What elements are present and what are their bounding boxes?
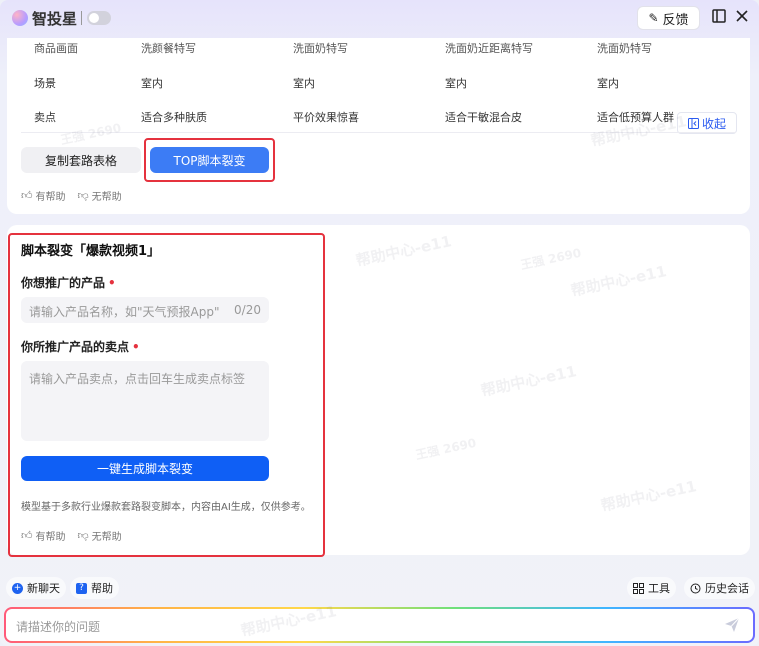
title-divider bbox=[81, 11, 82, 25]
history-button[interactable]: 历史会话 bbox=[684, 577, 755, 599]
new-chat-label: 新聊天 bbox=[27, 582, 60, 595]
app-logo-icon bbox=[12, 10, 28, 26]
thumbs-up-icon: 👍︎ bbox=[21, 189, 33, 202]
history-icon bbox=[690, 583, 701, 593]
mode-toggle[interactable] bbox=[87, 11, 111, 25]
highlight-box bbox=[144, 138, 275, 182]
history-label: 历史会话 bbox=[705, 582, 749, 595]
table-cell: 平价效果惊喜 bbox=[293, 111, 359, 124]
sidebar-toggle-icon[interactable] bbox=[711, 9, 727, 25]
unhelpful-label: 无帮助 bbox=[91, 192, 122, 203]
table-cell: 洗面奶近距离特写 bbox=[445, 42, 533, 55]
table-cell: 洗面奶特写 bbox=[293, 42, 348, 55]
table-cell: 场景 bbox=[34, 77, 56, 90]
table-row: 商品画面 洗颜餐特写 洗面奶特写 洗面奶近距离特写 洗面奶特写 bbox=[7, 42, 750, 64]
table-cell: 适合多种肤质 bbox=[141, 111, 207, 124]
help-button[interactable]: ? 帮助 bbox=[70, 577, 119, 599]
new-chat-button[interactable]: + 新聊天 bbox=[6, 577, 66, 599]
app-window: 智投星 ✎ 反馈 商品画面 洗颜餐特写 洗面奶特写 洗面奶近距离特写 洗面奶特写… bbox=[0, 0, 759, 646]
question-icon: ? bbox=[76, 582, 87, 594]
table-cell: 室内 bbox=[445, 77, 467, 90]
table-cell: 室内 bbox=[597, 77, 619, 90]
chat-input-placeholder: 请描述你的问题 bbox=[16, 620, 101, 634]
chat-input-frame: 请描述你的问题 bbox=[4, 607, 755, 643]
feedback-icon: ✎ bbox=[648, 11, 659, 25]
table-cell: 商品画面 bbox=[34, 42, 78, 55]
collapse-label: 收起 bbox=[701, 116, 726, 131]
table-cell: 洗颜餐特写 bbox=[141, 42, 196, 55]
script-table-card: 商品画面 洗颜餐特写 洗面奶特写 洗面奶近距离特写 洗面奶特写 场景 室内 室内… bbox=[7, 38, 750, 214]
plus-icon: + bbox=[12, 582, 23, 594]
toggle-knob bbox=[89, 13, 99, 23]
table-row: 场景 室内 室内 室内 室内 bbox=[7, 71, 750, 93]
tools-label: 工具 bbox=[648, 582, 670, 595]
table-cell: 适合低预算人群 bbox=[597, 111, 674, 124]
feedback-button[interactable]: ✎ 反馈 bbox=[637, 6, 700, 30]
send-icon[interactable] bbox=[723, 616, 741, 634]
table-cell: 卖点 bbox=[34, 111, 56, 124]
helpful-label: 有帮助 bbox=[35, 192, 66, 203]
thumbs-down-icon: 👎︎ bbox=[77, 189, 89, 202]
copy-table-button[interactable]: 复制套路表格 bbox=[21, 147, 141, 173]
table-cell: 室内 bbox=[141, 77, 163, 90]
close-icon[interactable] bbox=[734, 9, 750, 25]
table-cell: 洗面奶特写 bbox=[597, 42, 652, 55]
help-label: 帮助 bbox=[91, 582, 113, 595]
table-cell: 适合干敏混合皮 bbox=[445, 111, 522, 124]
unhelpful-button[interactable]: 👎︎ 无帮助 bbox=[78, 188, 122, 203]
table-divider bbox=[21, 132, 736, 133]
grid-icon bbox=[633, 582, 644, 594]
highlight-box bbox=[8, 233, 325, 557]
feedback-label: 反馈 bbox=[662, 12, 689, 28]
collapse-button[interactable]: 收起 bbox=[677, 112, 737, 134]
tools-button[interactable]: 工具 bbox=[627, 577, 676, 599]
header: 智投星 ✎ 反馈 bbox=[0, 0, 759, 38]
app-title: 智投星 bbox=[32, 10, 78, 28]
helpful-button[interactable]: 👍︎ 有帮助 bbox=[21, 188, 66, 203]
feedback-row: 👍︎ 有帮助 👎︎ 无帮助 bbox=[21, 188, 122, 203]
collapse-icon bbox=[687, 117, 699, 129]
chat-input[interactable]: 请描述你的问题 bbox=[6, 609, 753, 641]
table-cell: 室内 bbox=[293, 77, 315, 90]
table-row: 卖点 适合多种肤质 平价效果惊喜 适合干敏混合皮 适合低预算人群 bbox=[7, 105, 750, 127]
